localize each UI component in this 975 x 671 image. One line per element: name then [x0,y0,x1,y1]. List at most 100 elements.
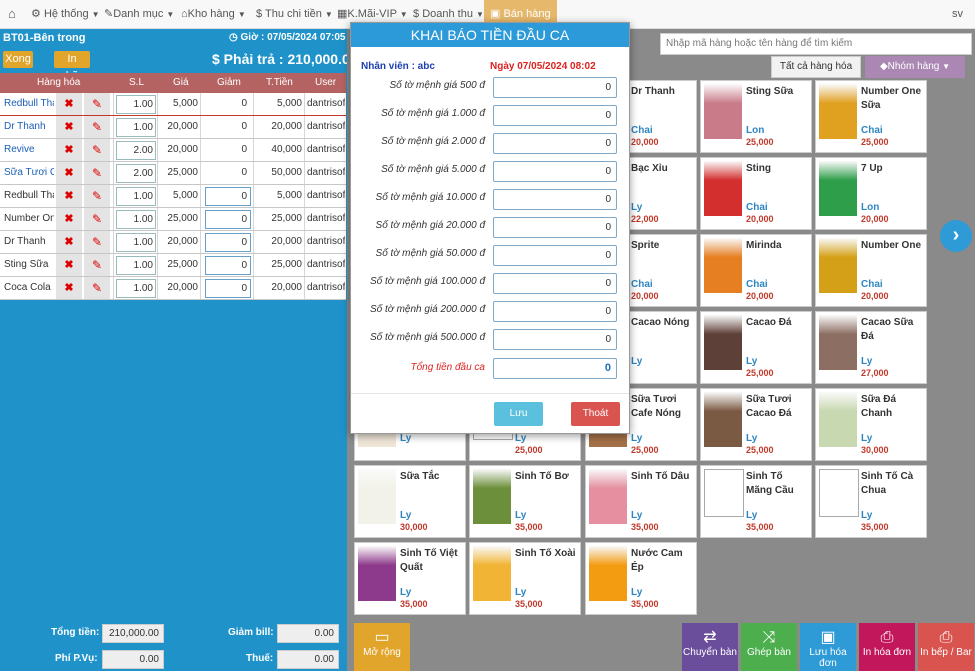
denomination-input[interactable]: 0 [493,273,617,294]
item-discount[interactable]: 0 [205,233,251,252]
action-label: Ghép bàn [747,647,791,658]
nav-he-thong[interactable]: ⚙ Hệ thống ▼ [31,0,100,28]
item-price: 20,000 [167,144,198,155]
action-button[interactable]: ⤨ Ghép bàn [741,623,797,671]
col-header: Giá [173,77,189,88]
delete-icon[interactable]: ✖ [56,139,82,161]
delete-icon[interactable]: ✖ [56,231,82,253]
quantity-input[interactable]: 1.00 [116,256,156,275]
edit-icon[interactable]: ✎ [84,254,110,276]
delete-icon[interactable]: ✖ [56,162,82,184]
quantity-input[interactable]: 1.00 [116,95,156,114]
quantity-input[interactable]: 1.00 [116,233,156,252]
quantity-input[interactable]: 1.00 [116,279,156,298]
quantity-input[interactable]: 2.00 [116,141,156,160]
quantity-input[interactable]: 2.00 [116,164,156,183]
delete-icon[interactable]: ✖ [56,185,82,207]
quantity-input[interactable]: 1.00 [116,210,156,229]
shuffle-icon: ⤨ [762,629,776,646]
quantity-input[interactable]: 1.00 [116,118,156,137]
item-total: 5,000 [276,190,302,201]
product-tile[interactable]: Sinh Tố Dâu Ly 35,000 [585,465,697,538]
edit-icon[interactable]: ✎ [84,208,110,230]
product-tile[interactable]: Sinh Tố Bơ Ly 35,000 [469,465,581,538]
next-page-icon[interactable]: › [940,220,972,252]
delete-icon[interactable]: ✖ [56,208,82,230]
product-tile[interactable]: 7 Up Lon 20,000 [815,157,927,230]
product-price: 20,000 [746,214,774,224]
nav-danh-muc[interactable]: ✎Danh mục ▼ [104,0,174,28]
edit-icon[interactable]: ✎ [84,116,110,138]
denomination-input[interactable]: 0 [493,133,617,154]
denomination-input[interactable]: 0 [493,161,617,182]
edit-icon[interactable]: ✎ [84,139,110,161]
service-fee-input[interactable]: 0.00 [102,650,164,669]
bill-discount-input[interactable]: 0.00 [277,624,339,643]
action-button[interactable]: ⎙ In bếp / Bar [918,623,974,671]
action-button[interactable]: ▭ Mở rộng [354,623,410,671]
user-menu[interactable]: sv [952,0,963,28]
column-divider [113,139,114,161]
action-button[interactable]: ⎙ In hóa đơn [859,623,915,671]
denomination-input[interactable]: 0 [493,329,617,350]
product-price: 25,000 [861,137,889,147]
delete-icon[interactable]: ✖ [56,116,82,138]
denomination-input[interactable]: 0 [493,189,617,210]
delete-icon[interactable]: ✖ [56,93,82,115]
staff-name: Nhân viên : abc [361,61,435,72]
nav-thu-chi[interactable]: $ Thu chi tiền ▼ [256,0,333,28]
product-tile[interactable]: Number One Sữa Chai 25,000 [815,80,927,153]
all-products-button[interactable]: Tất cả hàng hóa [771,56,861,78]
product-group-dropdown[interactable]: ◆Nhóm hàng ▼ [865,56,965,78]
edit-icon[interactable]: ✎ [84,231,110,253]
item-discount[interactable]: 0 [205,279,251,298]
product-tile[interactable]: Sting Sữa Lon 25,000 [700,80,812,153]
product-tile[interactable]: Sting Chai 20,000 [700,157,812,230]
product-tile[interactable]: Cacao Đá Ly 25,000 [700,311,812,384]
item-discount[interactable]: 0 [205,187,251,206]
action-button[interactable]: ▣ Lưu hóa đơn [800,623,856,671]
save-icon: ▣ [820,629,836,646]
item-discount[interactable]: 0 [205,210,251,229]
edit-icon[interactable]: ✎ [84,277,110,299]
item-discount[interactable]: 0 [205,256,251,275]
product-tile[interactable]: Mirinda Chai 20,000 [700,234,812,307]
denomination-input[interactable]: 0 [493,217,617,238]
denomination-input[interactable]: 0 [493,301,617,322]
product-tile[interactable]: Sữa Tươi Cacao Đá Ly 25,000 [700,388,812,461]
product-tile[interactable]: Cacao Sữa Đá Ly 27,000 [815,311,927,384]
product-tile[interactable]: Sinh Tố Cà Chua Ly 35,000 [815,465,927,538]
exit-button[interactable]: Thoát [571,402,620,426]
quantity-input[interactable]: 1.00 [116,187,156,206]
search-input[interactable]: Nhập mã hàng hoặc tên hàng để tìm kiếm [660,33,972,55]
product-tile[interactable]: Sinh Tố Xoài Ly 35,000 [469,542,581,615]
edit-icon[interactable]: ✎ [84,162,110,184]
product-tile[interactable]: Sinh Tố Việt Quất Ly 35,000 [354,542,466,615]
home-icon[interactable]: ⌂ [8,0,16,28]
product-unit: Ly [400,587,412,598]
nav-kho-hang[interactable]: ⌂Kho hàng ▼ [181,0,246,28]
item-user: dantrisoft [307,98,345,109]
print-label-button[interactable]: In nhãn [54,51,90,82]
product-tile[interactable]: Sữa Đá Chanh Ly 30,000 [815,388,927,461]
action-button[interactable]: ⇄ Chuyển bàn [682,623,738,671]
denomination-input[interactable]: 0 [493,245,617,266]
order-table-header: Hàng hóa S.L Giá Giảm T.Tiền User [0,73,346,93]
tax-input[interactable]: 0.00 [277,650,339,669]
item-price: 20,000 [167,121,198,132]
edit-icon[interactable]: ✎ [84,93,110,115]
item-total: 25,000 [271,213,302,224]
product-tile[interactable]: Number One Chai 20,000 [815,234,927,307]
delete-icon[interactable]: ✖ [56,254,82,276]
product-image [819,161,857,216]
product-tile[interactable]: Sinh Tố Mãng Cầu Ly 35,000 [700,465,812,538]
denomination-input[interactable]: 0 [493,77,617,98]
done-button[interactable]: Xong [3,51,33,68]
denomination-input[interactable]: 0 [493,105,617,126]
delete-icon[interactable]: ✖ [56,277,82,299]
product-tile[interactable]: Nước Cam Ép Ly 35,000 [585,542,697,615]
product-tile[interactable]: Sữa Tắc Ly 30,000 [354,465,466,538]
save-button[interactable]: Lưu [494,402,543,426]
edit-icon[interactable]: ✎ [84,185,110,207]
product-price: 20,000 [746,291,774,301]
